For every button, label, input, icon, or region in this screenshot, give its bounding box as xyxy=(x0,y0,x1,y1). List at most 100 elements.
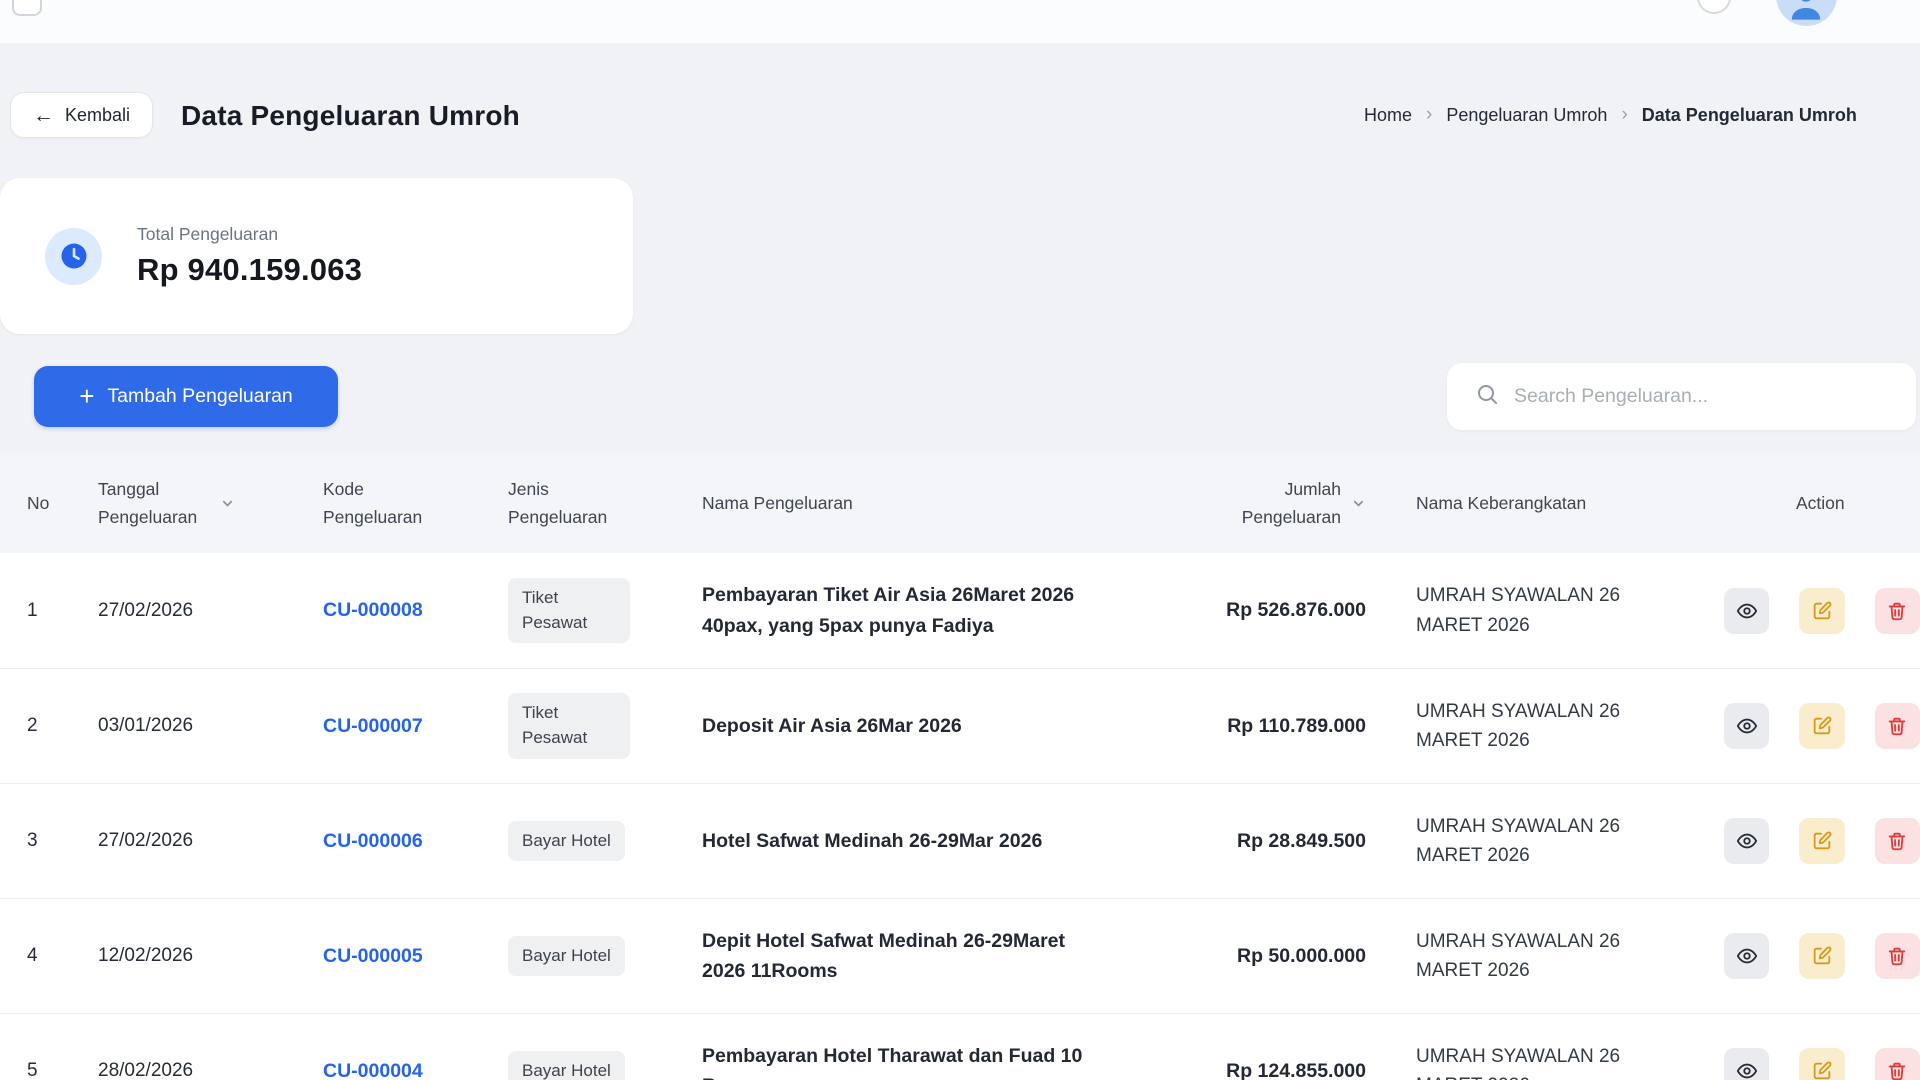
view-button[interactable] xyxy=(1724,703,1769,749)
breadcrumb-home[interactable]: Home xyxy=(1364,105,1412,126)
row-no: 2 xyxy=(0,669,98,783)
col-nama: Nama Pengeluaran xyxy=(702,453,1171,553)
add-expense-label: Tambah Pengeluaran xyxy=(107,385,292,408)
row-nama: Hotel Safwat Medinah 26-29Mar 2026 xyxy=(702,826,1042,856)
pencil-icon xyxy=(1811,945,1833,967)
trash-icon xyxy=(1886,715,1908,737)
breadcrumb-current: Data Pengeluaran Umroh xyxy=(1642,105,1857,126)
add-expense-button[interactable]: + Tambah Pengeluaran xyxy=(34,366,338,427)
edit-button[interactable] xyxy=(1799,933,1844,979)
row-tanggal: 12/02/2026 xyxy=(98,899,323,1013)
col-tanggal: Tanggal Pengeluaran xyxy=(98,453,323,553)
row-no: 4 xyxy=(0,899,98,1013)
edit-button[interactable] xyxy=(1799,818,1844,864)
view-button[interactable] xyxy=(1724,933,1769,979)
view-button[interactable] xyxy=(1724,818,1769,864)
app-menu-button[interactable] xyxy=(12,0,42,16)
chevron-right-icon xyxy=(1426,104,1432,126)
pencil-icon xyxy=(1811,600,1833,622)
delete-button[interactable] xyxy=(1875,703,1920,749)
delete-button[interactable] xyxy=(1875,1048,1920,1080)
breadcrumb: Home Pengeluaran Umroh Data Pengeluaran … xyxy=(1364,104,1857,126)
row-keberangkatan: UMRAH SYAWALAN 26 MARET 2026 xyxy=(1416,812,1646,871)
row-no: 1 xyxy=(0,553,98,668)
sort-tanggal-icon[interactable] xyxy=(220,496,235,511)
eye-icon xyxy=(1736,945,1758,967)
row-no: 5 xyxy=(0,1014,98,1080)
col-kode: Kode Pengeluaran xyxy=(323,453,508,553)
col-jumlah: Jumlah Pengeluaran xyxy=(1171,453,1366,553)
page-header: ← Kembali Data Pengeluaran Umroh Home Pe… xyxy=(0,92,1920,138)
row-jumlah: Rp 50.000.000 xyxy=(1237,945,1366,968)
row-jumlah: Rp 28.849.500 xyxy=(1237,830,1366,853)
back-button[interactable]: ← Kembali xyxy=(10,92,153,138)
row-kode-link[interactable]: CU-000007 xyxy=(323,715,423,738)
total-expense-value: Rp 940.159.063 xyxy=(137,252,362,288)
row-kode-link[interactable]: CU-000006 xyxy=(323,830,423,853)
col-keberangkatan: Nama Keberangkatan xyxy=(1366,453,1716,553)
row-nama: Depit Hotel Safwat Medinah 26-29Maret 20… xyxy=(702,926,1086,986)
avatar[interactable] xyxy=(1776,0,1837,26)
edit-button[interactable] xyxy=(1799,588,1844,634)
row-tanggal: 28/02/2026 xyxy=(98,1014,323,1080)
pencil-icon xyxy=(1811,715,1833,737)
jenis-badge: Tiket Pesawat xyxy=(508,693,630,758)
row-kode-link[interactable]: CU-000008 xyxy=(323,599,423,622)
row-kode-link[interactable]: CU-000005 xyxy=(323,945,423,968)
row-keberangkatan: UMRAH SYAWALAN 26 MARET 2026 xyxy=(1416,1042,1646,1080)
help-icon[interactable] xyxy=(1697,0,1731,14)
pencil-icon xyxy=(1811,830,1833,852)
jenis-badge: Tiket Pesawat xyxy=(508,578,630,643)
total-expense-card: Total Pengeluaran Rp 940.159.063 xyxy=(0,178,633,334)
arrow-left-icon: ← xyxy=(33,105,54,126)
row-tanggal: 27/02/2026 xyxy=(98,784,323,898)
col-jenis: Jenis Pengeluaran xyxy=(508,453,702,553)
jenis-badge: Bayar Hotel xyxy=(508,936,625,977)
row-nama: Deposit Air Asia 26Mar 2026 xyxy=(702,711,962,741)
row-keberangkatan: UMRAH SYAWALAN 26 MARET 2026 xyxy=(1416,927,1646,986)
row-jumlah: Rp 124.855.000 xyxy=(1226,1060,1366,1080)
trash-icon xyxy=(1886,830,1908,852)
row-kode-link[interactable]: CU-000004 xyxy=(323,1060,423,1080)
pencil-icon xyxy=(1811,1060,1833,1080)
trash-icon xyxy=(1886,945,1908,967)
col-no: No xyxy=(0,453,98,553)
trash-icon xyxy=(1886,600,1908,622)
view-button[interactable] xyxy=(1724,1048,1769,1080)
row-nama: Pembayaran Tiket Air Asia 26Maret 2026 4… xyxy=(702,580,1086,640)
sort-jumlah-icon[interactable] xyxy=(1351,496,1366,511)
row-jumlah: Rp 526.876.000 xyxy=(1226,599,1366,622)
row-tanggal: 27/02/2026 xyxy=(98,553,323,668)
view-button[interactable] xyxy=(1724,588,1769,634)
row-keberangkatan: UMRAH SYAWALAN 26 MARET 2026 xyxy=(1416,697,1646,756)
row-no: 3 xyxy=(0,784,98,898)
row-tanggal: 03/01/2026 xyxy=(98,669,323,783)
edit-button[interactable] xyxy=(1799,703,1844,749)
table-row: 5 28/02/2026 CU-000004 Bayar Hotel Pemba… xyxy=(0,1013,1920,1080)
delete-button[interactable] xyxy=(1875,818,1920,864)
table-row: 1 27/02/2026 CU-000008 Tiket Pesawat Pem… xyxy=(0,553,1920,668)
expense-table: No Tanggal Pengeluaran Kode Pengeluaran … xyxy=(0,453,1920,1080)
breadcrumb-section[interactable]: Pengeluaran Umroh xyxy=(1446,105,1607,126)
edit-button[interactable] xyxy=(1799,1048,1844,1080)
table-row: 3 27/02/2026 CU-000006 Bayar Hotel Hotel… xyxy=(0,783,1920,898)
eye-icon xyxy=(1736,1060,1758,1080)
chevron-right-icon xyxy=(1621,104,1627,126)
back-button-label: Kembali xyxy=(65,105,130,126)
search-input[interactable] xyxy=(1514,385,1894,408)
search-icon xyxy=(1475,382,1499,411)
top-bar xyxy=(0,0,1920,43)
plus-icon: + xyxy=(79,383,94,409)
table-header: No Tanggal Pengeluaran Kode Pengeluaran … xyxy=(0,453,1920,553)
row-keberangkatan: UMRAH SYAWALAN 26 MARET 2026 xyxy=(1416,581,1646,640)
delete-button[interactable] xyxy=(1875,933,1920,979)
delete-button[interactable] xyxy=(1875,588,1920,634)
row-jumlah: Rp 110.789.000 xyxy=(1227,715,1366,738)
clock-icon xyxy=(45,228,102,285)
eye-icon xyxy=(1736,830,1758,852)
jenis-badge: Bayar Hotel xyxy=(508,1051,625,1080)
table-row: 4 12/02/2026 CU-000005 Bayar Hotel Depit… xyxy=(0,898,1920,1013)
eye-icon xyxy=(1736,715,1758,737)
jenis-badge: Bayar Hotel xyxy=(508,821,625,862)
total-expense-label: Total Pengeluaran xyxy=(137,224,362,245)
